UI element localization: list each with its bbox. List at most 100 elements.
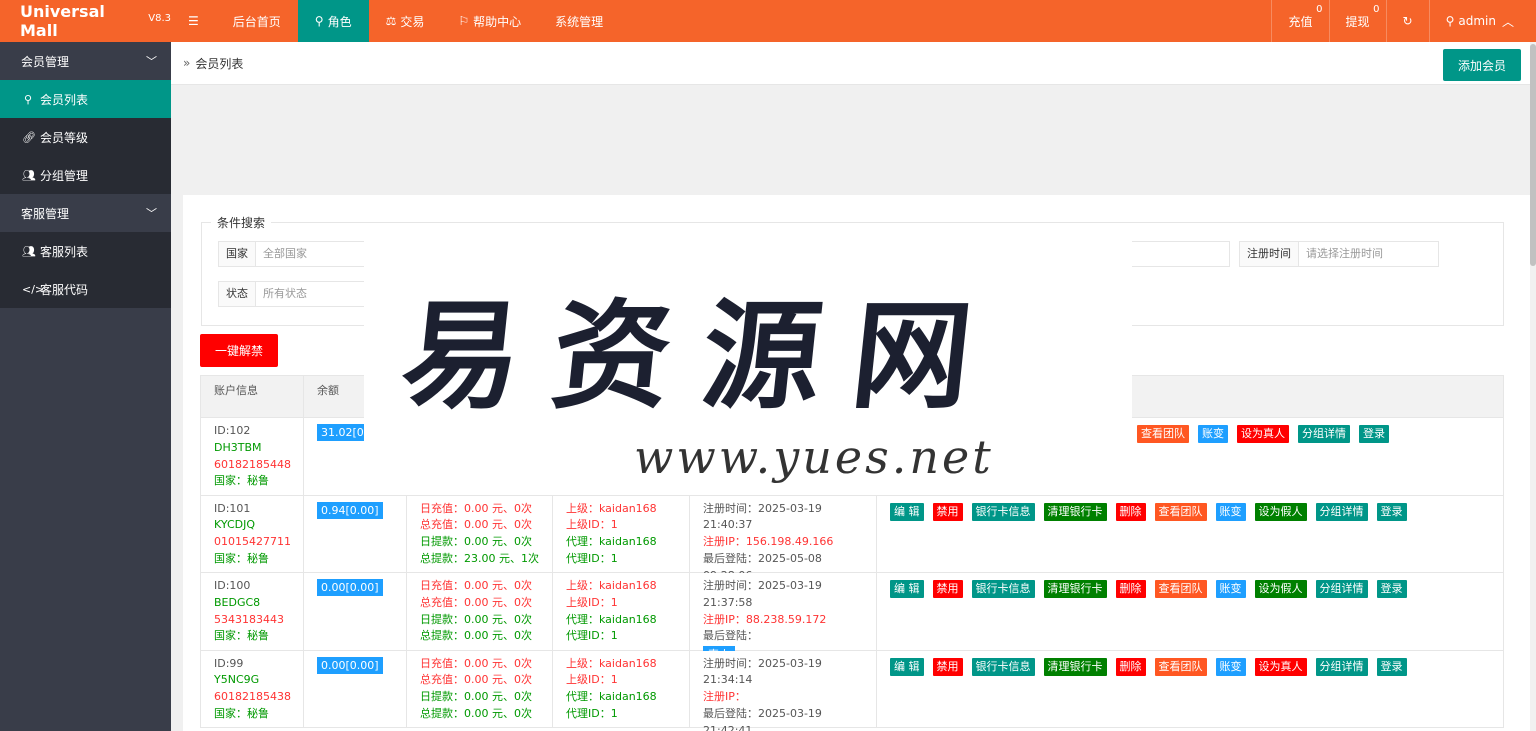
group-details-button[interactable]: 分组详情 [1315, 580, 1368, 598]
top-bar: Universal Mall V8.3 ☰ 后台首页 ⚲ 角色 ⚖ 交易 ⚐ 帮助中心 … [0, 0, 1536, 42]
register-cell: 注册时间：2025-03-19 21:40:37 注册IP：156.198.49… [690, 495, 877, 603]
delete-button[interactable]: 删除 [1115, 657, 1146, 676]
member-id: ID:99 [214, 656, 244, 670]
disable-button[interactable]: 禁用 [932, 502, 963, 521]
member-id: ID:102 [214, 424, 251, 437]
login-button[interactable]: 登录 [1376, 502, 1407, 521]
nav-trade[interactable]: ⚖ 交易 [369, 0, 442, 42]
account-change-button[interactable]: 账变 [1215, 657, 1246, 676]
nav-help[interactable]: ⚐ 帮助中心 [441, 0, 538, 42]
account-change-button[interactable]: 账变 [1215, 580, 1246, 598]
sidebar-group-members[interactable]: 会员管理 ﹀ [0, 42, 171, 80]
account-change-button[interactable]: 账变 [1198, 425, 1228, 443]
sidebar-item-label: 分组管理 [40, 168, 89, 183]
sidebar-item-service-code[interactable]: </> 客服代码 [0, 270, 171, 308]
toggle-real-button[interactable]: 设为真人 [1237, 425, 1289, 443]
clear-bank-card-button[interactable]: 清理银行卡 [1043, 657, 1107, 676]
stats-cell: 日充值：0.00 元、0次 总充值：0.00 元、0次 日提款：0.00 元、0… [407, 650, 553, 727]
scrollbar-thumb[interactable] [1530, 44, 1536, 266]
toggle-fake-button[interactable]: 设为假人 [1254, 580, 1307, 598]
agent-name: 代理：kaidan168 [566, 535, 657, 549]
member-phone: 01015427711 [214, 535, 291, 549]
bank-card-info-button[interactable]: 银行卡信息 [971, 657, 1035, 676]
watermark-overlay: 易资源网 www.yues.net [364, 240, 1132, 495]
toggle-real-button[interactable]: 设为真人 [1254, 657, 1307, 676]
recharge-label: 充值 [1288, 14, 1313, 29]
delete-button[interactable]: 删除 [1115, 502, 1146, 521]
group-details-button[interactable]: 分组详情 [1298, 425, 1350, 443]
sidebar-item-member-level[interactable]: 🔗︎ 会员等级 [0, 118, 171, 156]
nav-system-label: 系统管理 [555, 14, 604, 29]
bank-card-info-button[interactable]: 银行卡信息 [971, 580, 1035, 598]
bank-card-info-button[interactable]: 银行卡信息 [971, 502, 1035, 521]
sidebar-group-service[interactable]: 客服管理 ﹀ [0, 194, 171, 232]
agent-id: 代理ID：1 [566, 706, 618, 720]
sidebar-item-service-list[interactable]: 👥︎ 客服列表 [0, 232, 171, 270]
unban-all-button[interactable]: 一键解禁 [200, 334, 278, 367]
account-cell: ID:101 KYCDJQ 01015427711 国家：秘鲁 [201, 495, 304, 572]
account-change-button[interactable]: 账变 [1215, 502, 1246, 521]
admin-user-icon: ⚲ [1445, 14, 1455, 28]
nav-system[interactable]: 系统管理 [538, 0, 620, 42]
nav-trade-label: 交易 [400, 14, 425, 29]
group-details-button[interactable]: 分组详情 [1315, 502, 1368, 521]
balance-cell: 0.00[0.00] [304, 573, 407, 650]
delete-button[interactable]: 删除 [1115, 580, 1146, 598]
watermark-url: www.yues.net [634, 430, 994, 484]
recharge-link[interactable]: 充值 0 [1271, 0, 1328, 42]
scale-icon: ⚖ [385, 14, 397, 28]
withdraw-link[interactable]: 提现 0 [1328, 0, 1386, 42]
nav-role[interactable]: ⚲ 角色 [297, 0, 369, 42]
menu-toggle-button[interactable]: ☰ [171, 0, 216, 42]
agent-id: 代理ID：1 [566, 551, 618, 565]
register-cell: 注册时间：2025-03-19 21:37:58 注册IP：88.238.59.… [690, 573, 877, 664]
add-member-button[interactable]: 添加会员 [1442, 49, 1521, 81]
edit-button[interactable]: 编 辑 [890, 580, 924, 598]
login-button[interactable]: 登录 [1376, 580, 1407, 598]
view-team-button[interactable]: 查看团队 [1154, 657, 1207, 676]
sidebar-item-group-management[interactable]: 👥︎ 分组管理 [0, 156, 171, 194]
upline-cell: 上级：kaidan168 上级ID：1 代理：kaidan168 代理ID：1 [553, 573, 690, 650]
disable-button[interactable]: 禁用 [932, 580, 963, 598]
sidebar-item-member-list[interactable]: ⚲ 会员列表 [0, 80, 171, 118]
register-time-input[interactable]: 注册时间 请选择注册时间 [1239, 241, 1439, 267]
login-button[interactable]: 登录 [1359, 425, 1389, 443]
actions-cell: 编 辑 禁用 银行卡信息 清理银行卡 删除 查看团队 账变 设为假人 分组详情 … [877, 496, 1503, 573]
top-nav: ☰ 后台首页 ⚲ 角色 ⚖ 交易 ⚐ 帮助中心 系统管理 [171, 0, 620, 42]
disable-button[interactable]: 禁用 [932, 657, 963, 676]
daily-recharge: 日充值：0.00 元、0次 [420, 501, 532, 515]
admin-menu[interactable]: ⚲ admin ︿ [1428, 0, 1536, 42]
group-details-button[interactable]: 分组详情 [1315, 657, 1368, 676]
nav-role-label: 角色 [327, 14, 352, 29]
edit-button[interactable]: 编 辑 [890, 502, 924, 521]
user-icon: ⚲ [23, 92, 33, 106]
register-ip: 注册IP：156.198.49.166 [703, 535, 834, 549]
upline-name: 上级：kaidan168 [566, 656, 657, 670]
member-code: BEDGC8 [214, 595, 261, 609]
search-legend: 条件搜索 [211, 214, 272, 231]
clear-bank-card-button[interactable]: 清理银行卡 [1043, 580, 1107, 598]
page-scrollbar[interactable] [1530, 42, 1536, 731]
nav-home[interactable]: 后台首页 [216, 0, 298, 42]
member-id: ID:100 [214, 579, 251, 592]
daily-withdraw: 日提款：0.00 元、0次 [420, 535, 532, 549]
breadcrumb-current: 会员列表 [195, 56, 244, 71]
sidebar-group-label: 客服管理 [21, 206, 70, 221]
users-icon: 👥︎ [22, 244, 36, 258]
upline-id: 上级ID：1 [566, 673, 618, 687]
view-team-button[interactable]: 查看团队 [1154, 502, 1207, 521]
account-cell: ID:100 BEDGC8 5343183443 国家：秘鲁 [201, 573, 304, 650]
view-team-button[interactable]: 查看团队 [1137, 425, 1189, 443]
member-phone: 60182185438 [214, 690, 291, 704]
login-button[interactable]: 登录 [1376, 657, 1407, 676]
daily-withdraw: 日提款：0.00 元、0次 [420, 612, 532, 626]
brand-logo[interactable]: Universal Mall V8.3 [0, 0, 171, 42]
edit-button[interactable]: 编 辑 [890, 657, 924, 676]
stats-cell: 日充值：0.00 元、0次 总充值：0.00 元、0次 日提款：0.00 元、0… [407, 573, 553, 650]
refresh-button[interactable]: ↻ [1385, 0, 1429, 42]
toggle-fake-button[interactable]: 设为假人 [1254, 502, 1307, 521]
total-recharge: 总充值：0.00 元、0次 [420, 595, 532, 609]
register-cell: 注册时间：2025-03-19 21:34:14 注册IP： 最后登陆：2025… [690, 650, 877, 731]
clear-bank-card-button[interactable]: 清理银行卡 [1043, 502, 1107, 521]
view-team-button[interactable]: 查看团队 [1154, 580, 1207, 598]
